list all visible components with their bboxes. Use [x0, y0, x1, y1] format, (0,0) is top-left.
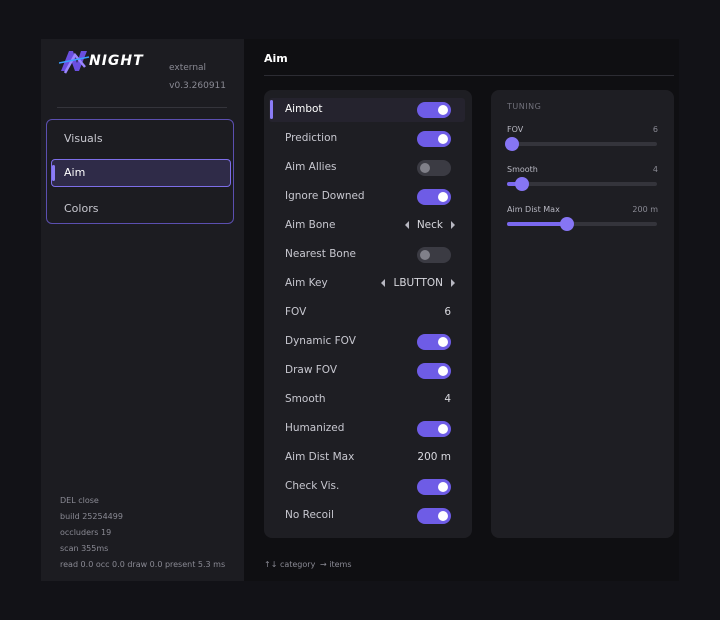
setting-label: Aim Key: [285, 277, 328, 289]
setting-label: Smooth: [285, 393, 326, 405]
sidebar: NIGHT external v0.3.260911 Visuals Aim C…: [41, 39, 244, 581]
humanized-toggle[interactable]: [417, 421, 451, 437]
setting-label: Humanized: [285, 422, 345, 434]
setting-row-dynamic-fov[interactable]: Dynamic FOV: [269, 330, 465, 354]
no-recoil-toggle[interactable]: [417, 508, 451, 524]
smooth-value: 4: [444, 393, 451, 405]
setting-row-nearest-bone[interactable]: Nearest Bone: [269, 243, 465, 267]
slider-label-fov: FOV: [507, 125, 524, 134]
nav-item-colors[interactable]: Colors: [51, 195, 231, 223]
slider-label-aim-dist-max: Aim Dist Max: [507, 205, 560, 214]
slider-handle[interactable]: [504, 137, 519, 151]
brand-name: NIGHT: [89, 53, 144, 69]
title-divider: [264, 75, 674, 76]
setting-label: Aim Dist Max: [285, 451, 355, 463]
slider-value-fov: 6: [652, 125, 658, 134]
slider-track-fov[interactable]: [504, 137, 657, 151]
slider-handle[interactable]: [515, 177, 529, 191]
ignore-downed-toggle[interactable]: [417, 189, 451, 205]
chevron-right-icon[interactable]: [451, 221, 455, 229]
footer-occluders: occluders 19: [60, 528, 112, 537]
category-hint: ↑↓ category: [264, 560, 316, 569]
setting-row-no-recoil[interactable]: No Recoil: [269, 504, 465, 528]
check-vis-toggle[interactable]: [417, 479, 451, 495]
footer-close-hint: DEL close: [60, 496, 99, 505]
aim-bone-value: Neck: [416, 219, 443, 231]
footer-scan: scan 355ms: [60, 544, 109, 553]
slider-handle[interactable]: [560, 217, 574, 231]
setting-row-fov[interactable]: FOV 6: [269, 301, 465, 325]
setting-label: Dynamic FOV: [285, 335, 356, 347]
fov-value: 6: [444, 306, 451, 318]
aim-key-value: LBUTTON: [393, 277, 443, 289]
setting-label: Aim Allies: [285, 161, 337, 173]
nav-item-aim[interactable]: Aim: [51, 159, 231, 187]
settings-panel: Aimbot Prediction Aim Allies Ignore Downed A…: [264, 90, 472, 538]
setting-label: Nearest Bone: [285, 248, 356, 260]
setting-label: Aim Bone: [285, 219, 336, 231]
slider-fill: [507, 222, 567, 226]
dynamic-fov-toggle[interactable]: [417, 334, 451, 350]
setting-label: Aimbot: [285, 103, 323, 115]
setting-label: Draw FOV: [285, 364, 338, 376]
setting-row-aim-key[interactable]: Aim Key LBUTTON: [269, 272, 465, 296]
setting-row-aim-dist-max[interactable]: Aim Dist Max 200 m: [269, 446, 465, 470]
items-hint: → items: [320, 560, 352, 569]
footer-build: build 25254499: [60, 512, 123, 521]
aimbot-toggle[interactable]: [417, 102, 451, 118]
version-label: v0.3.260911: [169, 81, 226, 91]
app-window: NIGHT external v0.3.260911 Visuals Aim C…: [41, 39, 679, 581]
chevron-right-icon[interactable]: [451, 279, 455, 287]
aim-allies-toggle[interactable]: [417, 160, 451, 176]
prediction-toggle[interactable]: [417, 131, 451, 147]
setting-row-draw-fov[interactable]: Draw FOV: [269, 359, 465, 383]
tuning-title: TUNING: [507, 102, 542, 111]
nearest-bone-toggle[interactable]: [417, 247, 451, 263]
setting-label: Check Vis.: [285, 480, 340, 492]
setting-label: Ignore Downed: [285, 190, 365, 202]
category-nav: Visuals Aim Colors: [46, 119, 234, 224]
slider-track-smooth[interactable]: [507, 177, 657, 191]
page-title: Aim: [264, 52, 288, 65]
setting-row-smooth[interactable]: Smooth 4: [269, 388, 465, 412]
setting-row-prediction[interactable]: Prediction: [269, 127, 465, 151]
chevron-left-icon[interactable]: [381, 279, 386, 287]
setting-label: No Recoil: [285, 509, 334, 521]
tuning-panel: TUNING FOV 6 Smooth 4 Aim Dist Max 200 m: [491, 90, 674, 538]
slider-track-aim-dist-max[interactable]: [507, 217, 657, 231]
setting-row-check-vis[interactable]: Check Vis.: [269, 475, 465, 499]
draw-fov-toggle[interactable]: [417, 363, 451, 379]
nav-item-visuals[interactable]: Visuals: [51, 125, 231, 153]
slider-value-aim-dist-max: 200 m: [632, 205, 658, 214]
setting-row-ignore-downed[interactable]: Ignore Downed: [269, 185, 465, 209]
footer-timings: read 0.0 occ 0.0 draw 0.0 present 5.3 ms: [60, 560, 226, 569]
setting-row-aimbot[interactable]: Aimbot: [269, 98, 465, 122]
setting-row-humanized[interactable]: Humanized: [269, 417, 465, 441]
setting-label: Prediction: [285, 132, 338, 144]
edition-label: external: [169, 63, 207, 73]
setting-label: FOV: [285, 306, 307, 318]
setting-row-aim-allies[interactable]: Aim Allies: [269, 156, 465, 180]
setting-row-aim-bone[interactable]: Aim Bone Neck: [269, 214, 465, 238]
slider-value-smooth: 4: [652, 165, 658, 174]
slider-label-smooth: Smooth: [507, 165, 538, 174]
sidebar-divider: [57, 107, 227, 108]
aim-dist-max-value: 200 m: [417, 451, 451, 463]
chevron-left-icon[interactable]: [404, 221, 409, 229]
